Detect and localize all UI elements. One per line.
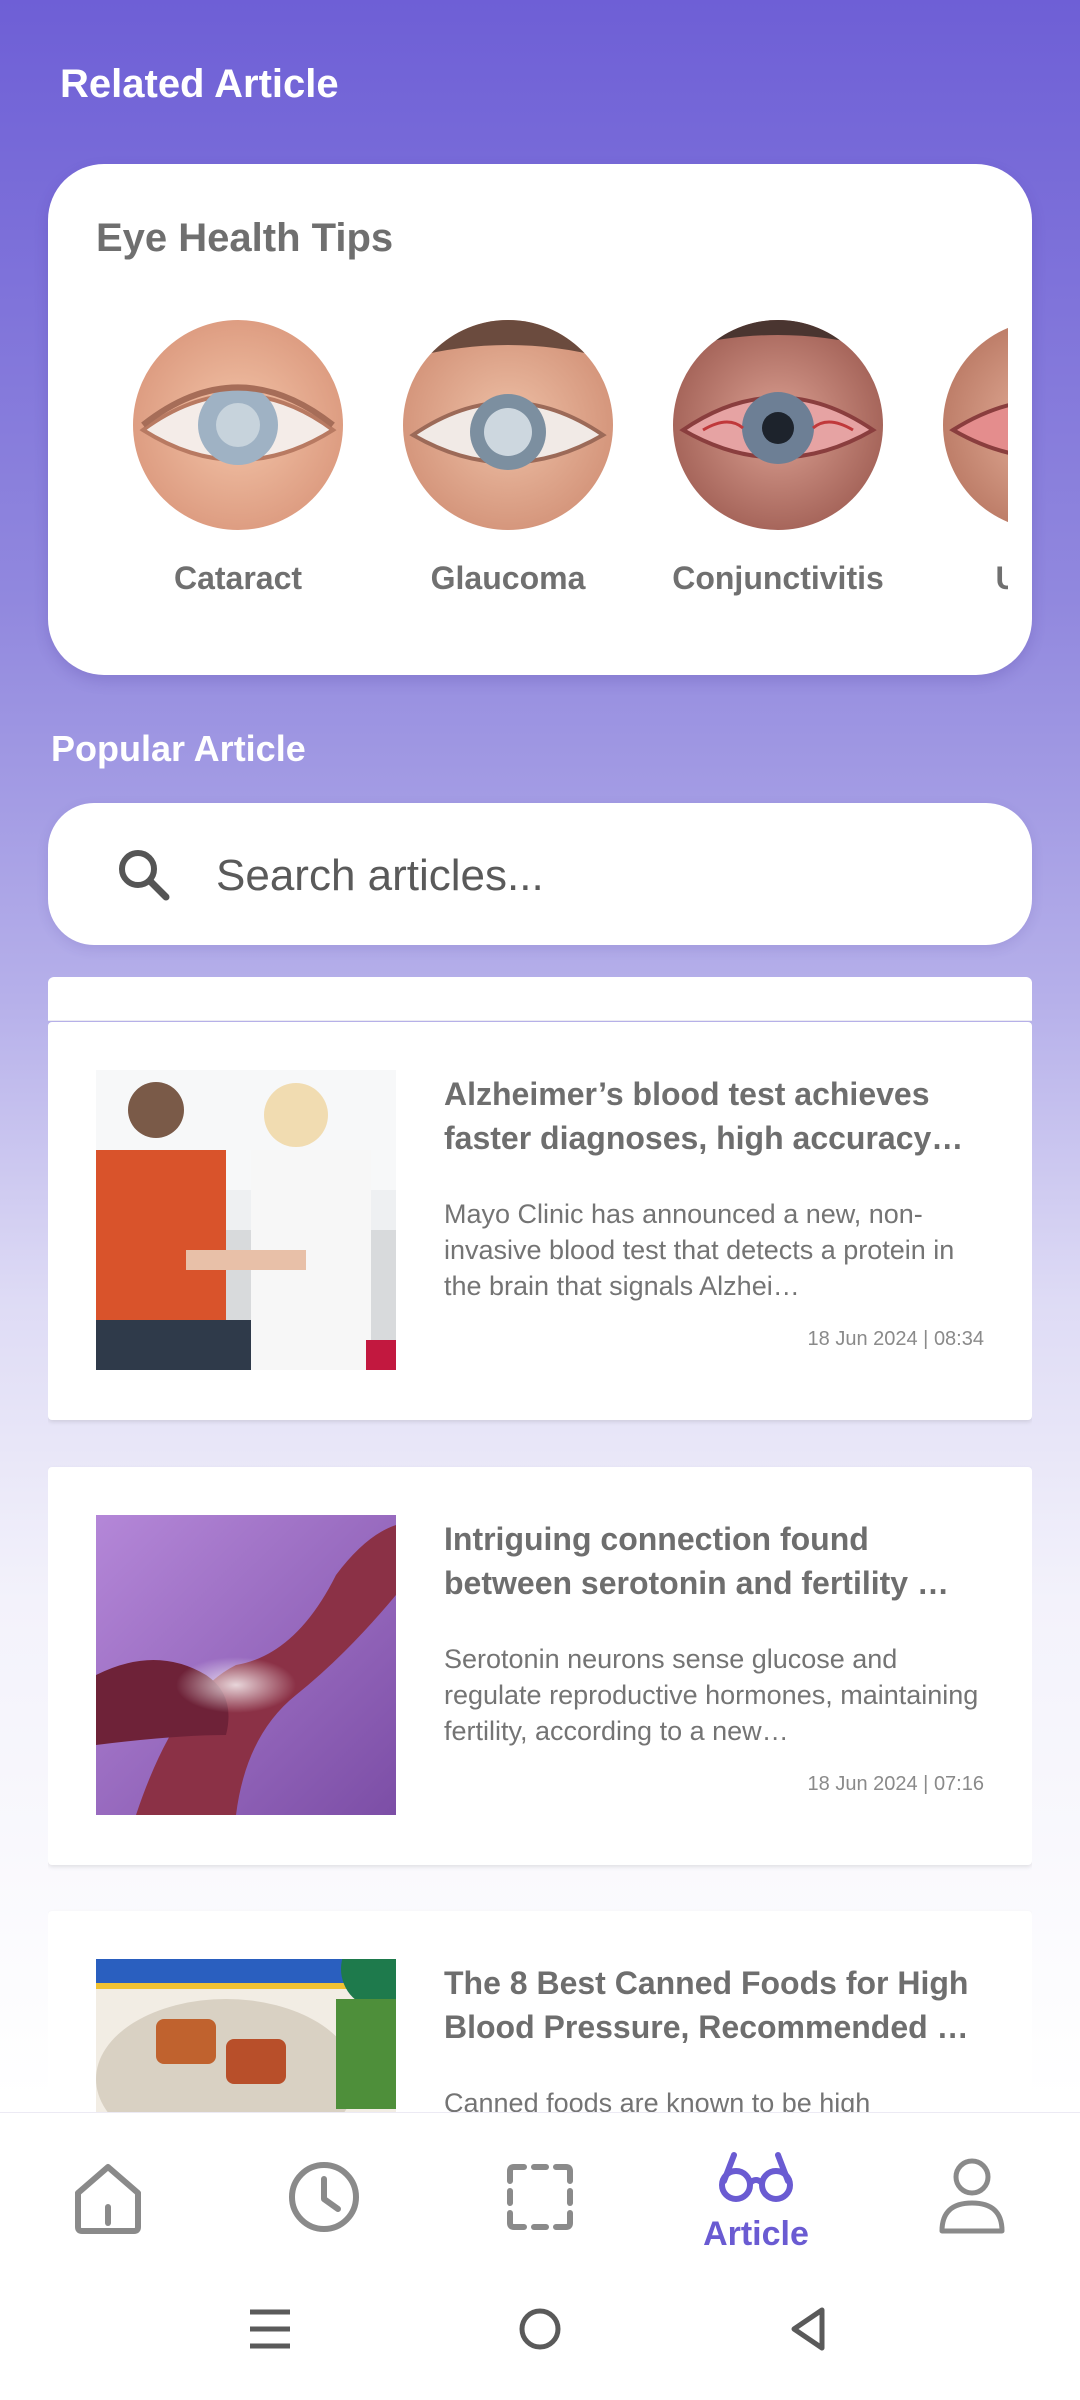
article-date: 18 Jun 2024 | 08:34 — [807, 1328, 984, 1350]
article-title: Intriguing connection found between sero… — [444, 1521, 949, 1601]
eye-health-card-title: Eye Health Tips — [96, 216, 394, 260]
eye-topic-label: Conjunctivitis — [672, 560, 884, 596]
popular-section-title: Popular Article — [51, 728, 306, 769]
article-card[interactable]: The 8 Best Canned Foods for High Blood P… — [48, 1911, 1032, 2112]
search-bar[interactable] — [48, 803, 1032, 945]
eye-topic-label: Uveitis — [995, 560, 1008, 596]
eye-topic-label: Glaucoma — [430, 560, 586, 596]
back-icon[interactable] — [786, 2304, 830, 2354]
eye-topics-carousel[interactable]: Cataract Glaucoma Conjunctivitis U — [102, 320, 1008, 620]
article-title: Alzheimer’s blood test achieves faster d… — [444, 1076, 964, 1156]
nav-profile[interactable] — [892, 2113, 1052, 2265]
eye-topic-glaucoma[interactable]: Glaucoma — [372, 320, 642, 610]
user-icon — [939, 2158, 1005, 2234]
article-description: Mayo Clinic has announced a new, non-inv… — [444, 1199, 955, 1301]
article-card[interactable]: Intriguing connection found between sero… — [48, 1467, 1032, 1865]
related-section-title: Related Article — [60, 62, 339, 106]
article-title: The 8 Best Canned Foods for High Blood P… — [444, 1965, 969, 2045]
search-icon — [119, 850, 170, 901]
article-description: Serotonin neurons sense glucose and regu… — [444, 1644, 979, 1746]
uveitis-eye-photo — [943, 320, 1008, 530]
system-navigation-bar — [0, 2264, 1080, 2400]
home-circle-icon[interactable] — [516, 2304, 564, 2354]
nav-article-label: Article — [703, 2215, 809, 2253]
eye-topic-label: Cataract — [173, 560, 303, 596]
article-date: 18 Jun 2024 | 07:16 — [807, 1773, 984, 1795]
eye-topic-conjunctivitis[interactable]: Conjunctivitis — [642, 320, 912, 610]
search-input[interactable] — [216, 841, 976, 911]
nav-article[interactable]: Article — [676, 2113, 836, 2265]
bottom-navigation: Article — [0, 2112, 1080, 2264]
glasses-icon — [719, 2152, 793, 2202]
article-list[interactable]: Alzheimer’s blood test achieves faster d… — [48, 977, 1032, 2112]
conjunctivitis-eye-photo — [673, 320, 883, 530]
blood-test-photo — [96, 1070, 396, 1370]
article-card[interactable]: Alzheimer’s blood test achieves faster d… — [48, 1022, 1032, 1420]
nav-home[interactable] — [28, 2113, 188, 2265]
canned-food-photo — [96, 1959, 396, 2112]
eye-topic-uveitis[interactable]: Uveitis — [912, 320, 1008, 610]
neuron-illustration — [96, 1515, 396, 1815]
home-icon — [75, 2164, 141, 2234]
nav-history[interactable] — [244, 2113, 404, 2265]
eye-health-card: Eye Health Tips Cataract Glaucoma Conjun… — [48, 164, 1032, 675]
scan-icon — [507, 2164, 573, 2230]
article-list-top-edge — [48, 977, 1032, 1021]
glaucoma-eye-photo — [403, 320, 613, 530]
menu-icon[interactable] — [248, 2304, 292, 2354]
nav-scan[interactable] — [460, 2113, 620, 2265]
article-description: Canned foods are known to be high — [444, 2088, 871, 2112]
eye-topic-cataract[interactable]: Cataract — [102, 320, 372, 610]
cataract-eye-photo — [133, 320, 343, 530]
clock-icon — [289, 2162, 359, 2232]
